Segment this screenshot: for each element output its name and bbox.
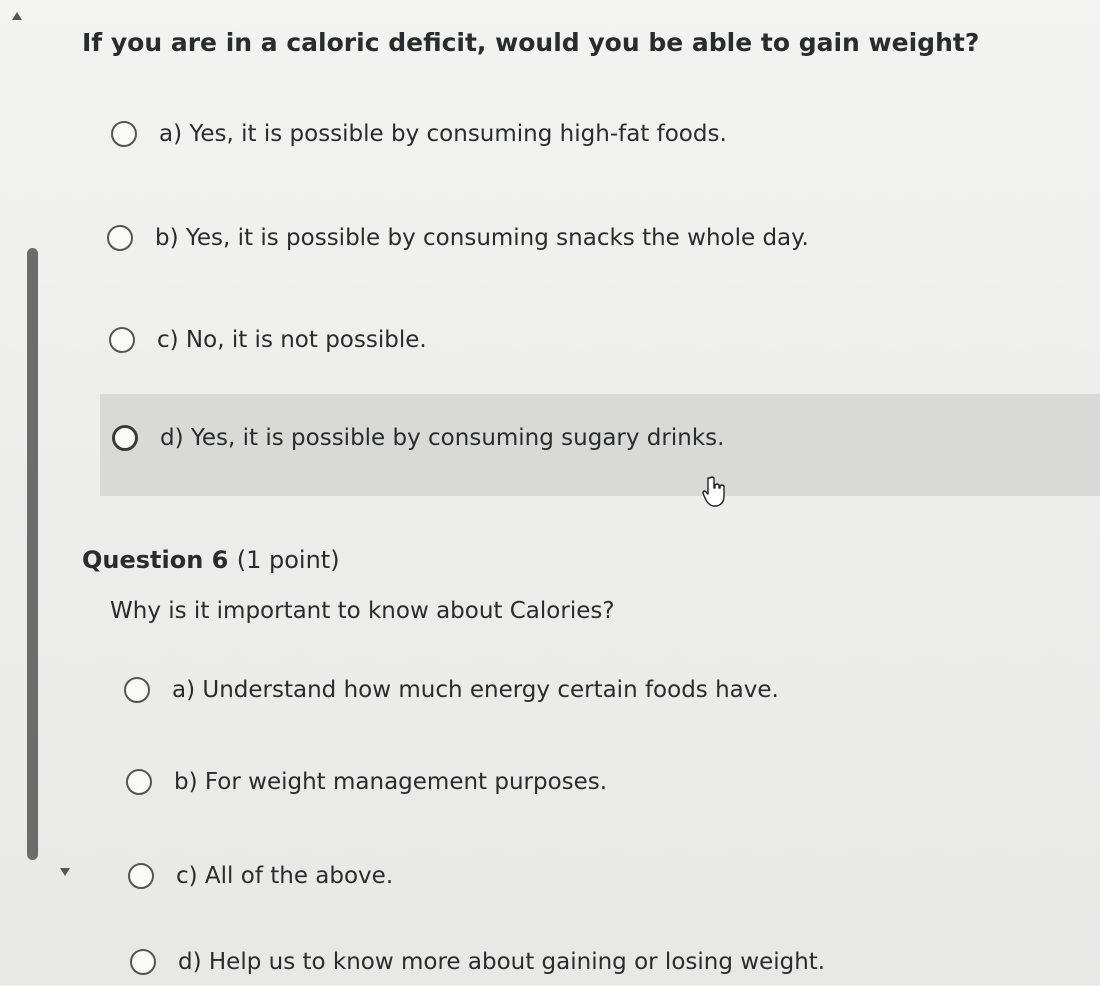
question-6-option-b[interactable]: b) For weight management purposes. <box>126 758 607 806</box>
question-5-prompt: If you are in a caloric deficit, would y… <box>82 28 980 57</box>
option-label: d) Help us to know more about gaining or… <box>178 949 826 975</box>
scroll-down-arrow-icon[interactable] <box>60 868 70 876</box>
radio-button[interactable] <box>112 425 138 451</box>
radio-button[interactable] <box>111 121 137 147</box>
quiz-page: If you are in a caloric deficit, would y… <box>0 0 1100 985</box>
question-5-option-a[interactable]: a) Yes, it is possible by consuming high… <box>111 110 727 158</box>
question-6-option-a[interactable]: a) Understand how much energy certain fo… <box>124 666 779 714</box>
question-points: (1 point) <box>236 546 340 574</box>
question-6-heading: Question 6 (1 point) <box>82 546 340 574</box>
option-label: a) Understand how much energy certain fo… <box>172 677 779 703</box>
hand-pointer-icon <box>702 476 725 507</box>
radio-button[interactable] <box>109 327 135 353</box>
question-number: Question 6 <box>82 546 229 574</box>
question-6-option-c[interactable]: c) All of the above. <box>128 852 393 900</box>
option-label: a) Yes, it is possible by consuming high… <box>159 121 727 147</box>
radio-button[interactable] <box>126 769 152 795</box>
question-6-prompt: Why is it important to know about Calori… <box>110 598 615 624</box>
radio-button[interactable] <box>107 225 133 251</box>
option-label: c) No, it is not possible. <box>157 327 427 353</box>
question-5-option-d[interactable]: d) Yes, it is possible by consuming suga… <box>112 414 724 462</box>
scroll-up-arrow-icon[interactable] <box>12 12 22 20</box>
scrollbar-thumb[interactable] <box>27 248 38 860</box>
option-label: c) All of the above. <box>176 863 394 889</box>
question-5-option-b[interactable]: b) Yes, it is possible by consuming snac… <box>107 214 809 262</box>
option-label: d) Yes, it is possible by consuming suga… <box>160 425 725 451</box>
option-label: b) For weight management purposes. <box>174 769 608 795</box>
radio-button[interactable] <box>124 677 150 703</box>
radio-button[interactable] <box>130 949 156 975</box>
option-label: b) Yes, it is possible by consuming snac… <box>155 225 809 251</box>
question-5-option-c[interactable]: c) No, it is not possible. <box>109 316 427 364</box>
question-6-option-d[interactable]: d) Help us to know more about gaining or… <box>130 938 825 986</box>
question-5-option-d-hover-row[interactable]: d) Yes, it is possible by consuming suga… <box>100 394 1100 496</box>
radio-button[interactable] <box>128 863 154 889</box>
